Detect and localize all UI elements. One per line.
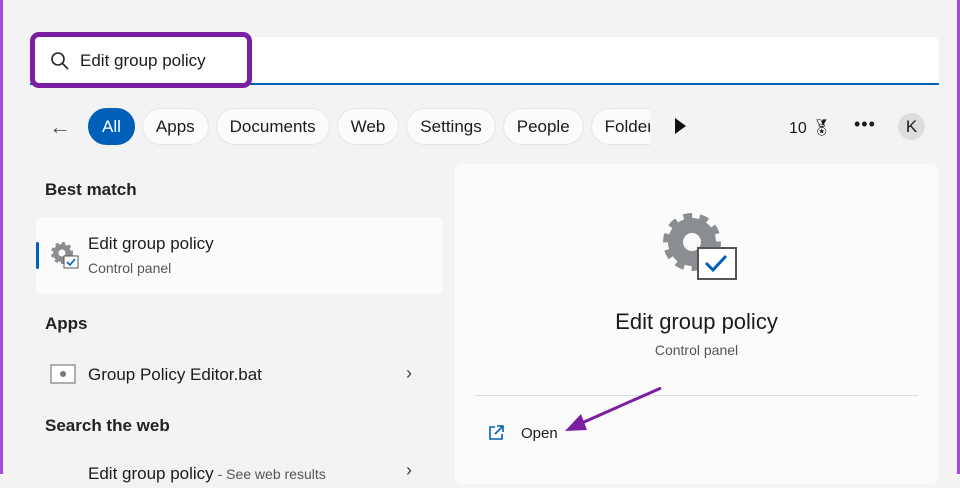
web-result-title: Edit group policy - See web results bbox=[88, 464, 326, 484]
batch-file-icon bbox=[50, 364, 76, 384]
tab-folders[interactable]: Folders bbox=[590, 108, 650, 145]
chevron-right-icon: › bbox=[406, 363, 412, 383]
web-result-subtitle: - See web results bbox=[213, 466, 326, 482]
medal-icon: 🏅︎ bbox=[811, 120, 832, 137]
app-result-title: Group Policy Editor.bat bbox=[88, 365, 262, 384]
control-panel-gear-icon bbox=[51, 242, 79, 269]
selection-indicator bbox=[36, 242, 39, 269]
section-search-web: Search the web bbox=[45, 416, 170, 435]
tab-settings[interactable]: Settings bbox=[406, 108, 496, 145]
detail-subtitle: Control panel bbox=[654, 342, 739, 358]
search-highlight-annotation bbox=[30, 32, 252, 88]
tab-all[interactable]: All bbox=[88, 108, 135, 145]
open-label: Open bbox=[521, 424, 558, 442]
divider bbox=[475, 395, 918, 396]
best-match-item[interactable]: Edit group policy Control panel bbox=[36, 217, 442, 294]
web-result-item[interactable]: Edit group policy - See web results › bbox=[36, 458, 442, 488]
chevron-right-icon: › bbox=[406, 460, 412, 480]
avatar[interactable]: K bbox=[898, 113, 925, 140]
detail-pane: Edit group policy Control panel Open bbox=[455, 164, 938, 484]
filter-tabs: All Apps Documents Web Settings People F… bbox=[88, 108, 650, 145]
detail-title: Edit group policy bbox=[615, 309, 778, 334]
more-options-button[interactable]: ••• bbox=[854, 114, 876, 135]
tab-people[interactable]: People bbox=[502, 108, 584, 145]
tab-documents[interactable]: Documents bbox=[215, 108, 330, 145]
section-apps: Apps bbox=[45, 314, 88, 333]
control-panel-gear-icon bbox=[663, 213, 737, 280]
open-button[interactable]: Open bbox=[487, 420, 558, 446]
best-match-title: Edit group policy bbox=[88, 234, 214, 253]
open-external-icon bbox=[489, 425, 504, 440]
section-best-match: Best match bbox=[45, 180, 137, 199]
rewards-points[interactable]: 10 🏅︎ bbox=[789, 118, 832, 138]
back-arrow-icon[interactable]: ← bbox=[49, 114, 71, 140]
app-result-item[interactable]: Group Policy Editor.bat › bbox=[36, 352, 442, 396]
tab-apps[interactable]: Apps bbox=[141, 108, 209, 145]
rewards-count: 10 bbox=[789, 120, 807, 137]
scroll-tabs-right-icon[interactable] bbox=[675, 118, 686, 134]
tab-web[interactable]: Web bbox=[336, 108, 400, 145]
best-match-subtitle: Control panel bbox=[88, 260, 172, 276]
annotation-arrow bbox=[565, 386, 662, 431]
